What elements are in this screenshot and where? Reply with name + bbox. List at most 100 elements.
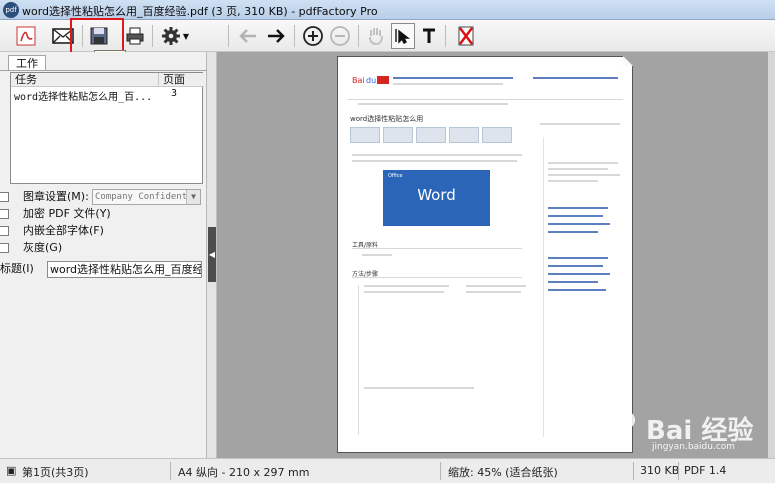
page-preview-area[interactable]: Bai du word选择性粘贴怎么用 Office Word 工具/原料 方法… [217,52,768,458]
chevron-down-icon[interactable]: ▼ [186,190,200,204]
stamp-checkbox[interactable] [0,192,9,202]
print-button[interactable] [122,23,148,49]
chevron-down-icon: ▼ [182,31,190,41]
stamp-select-value: Company Confidenti [95,192,193,202]
page-count-icon: ▣ [6,464,17,477]
text-line [364,285,449,287]
vertical-scrollbar[interactable] [768,52,775,458]
table-row[interactable]: word选择性粘贴怎么用_百... 3 [11,88,204,103]
collapse-handle-icon[interactable]: ◀ [208,227,216,282]
text-line [364,291,444,293]
title-field-label-wrap: 标题(I) [0,261,46,277]
save-icon [90,27,108,45]
link-line [548,231,598,233]
watermark-url: jingyan.baidu.com [652,442,736,452]
gear-icon [161,27,180,45]
text-line [540,123,620,125]
task-list[interactable]: 任务 页面 word选择性粘贴怎么用_百... 3 [10,72,204,184]
acrobat-button[interactable] [12,23,40,49]
grayscale-option[interactable]: 灰度(G) [0,240,120,256]
stamp-label: 图章设置(M): [23,190,89,203]
link-line [548,215,603,217]
text-line [548,168,608,170]
column-header-pages[interactable]: 页面 [159,73,204,87]
acrobat-icon [16,26,36,46]
toolbar: ▼ [0,20,775,52]
zoom-out-button[interactable] [328,23,352,49]
embed-fonts-label: 内嵌全部字体(F) [23,224,104,237]
toolbar-separator [445,25,446,47]
embed-fonts-option[interactable]: 内嵌全部字体(F) [0,223,120,239]
text-line [466,291,521,293]
select-icon [395,29,411,44]
embed-fonts-checkbox[interactable] [0,226,9,236]
stamp-option[interactable]: 图章设置(M): [0,189,92,205]
column-header-task[interactable]: 任务 [11,73,159,87]
text-icon [423,28,435,43]
status-size: 310 KB [640,464,680,477]
svg-text:du: du [366,76,376,85]
delete-page-button[interactable] [455,23,477,49]
print-icon [126,27,144,45]
title-bar: pdf word选择性粘贴怎么用_百度经验.pdf (3 页, 310 KB) … [0,0,775,20]
paw-icon [601,407,635,446]
baidu-logo-icon: Bai du [352,76,389,85]
status-separator [633,462,634,480]
office-tag: Office [388,173,403,179]
text-line [466,285,526,287]
encrypt-checkbox[interactable] [0,209,9,219]
pdf-page: Bai du word选择性粘贴怎么用 Office Word 工具/原料 方法… [337,56,633,453]
word-logo-text: Word [417,186,456,204]
select-tool-button[interactable] [391,23,415,49]
title-input[interactable]: word选择性粘贴怎么用_百度经验 [47,261,202,278]
panel-splitter[interactable]: ◀ [207,52,217,458]
left-panel: 工作 任务 页面 word选择性粘贴怎么用_百... 3 图章设置(M): Co… [0,52,207,458]
zoom-in-icon [303,26,323,46]
delete-page-icon [458,26,474,46]
svg-text:Bai: Bai [352,76,365,85]
link-line [548,265,603,267]
text-line [548,174,620,176]
text-line [548,180,598,182]
grayscale-label: 灰度(G) [23,241,63,254]
divider-line [352,248,522,249]
save-button[interactable] [86,23,112,49]
email-icon [52,28,74,44]
grayscale-checkbox[interactable] [0,243,9,253]
status-zoom: 缩放: 45% (适合纸张) [448,466,558,479]
back-arrow-icon [239,29,256,43]
nav-links-line [393,77,513,79]
forward-button[interactable] [264,23,288,49]
status-separator [678,462,679,480]
task-name: word选择性粘贴怎么用_百... [14,92,153,103]
status-separator [170,462,171,480]
text-line [358,103,508,105]
status-bar: ▣ 第1页(共3页) A4 纵向 - 210 x 297 mm 缩放: 45% … [0,458,775,483]
status-paper: A4 纵向 - 210 x 297 mm [178,466,310,479]
text-line [548,162,618,164]
encrypt-option[interactable]: 加密 PDF 文件(Y) [0,206,120,222]
thumbnail [383,127,413,143]
nav-links-line [533,77,618,79]
toolbar-separator [152,25,153,47]
zoom-in-button[interactable] [301,23,325,49]
link-line [548,223,610,225]
zoom-out-icon [330,26,350,46]
thumbnail [416,127,446,143]
task-pages: 3 [171,88,178,99]
status-separator [440,462,441,480]
status-page-info: 第1页(共3页) [22,466,89,479]
text-line [352,160,517,162]
hand-tool-button[interactable] [364,23,388,49]
back-button[interactable] [236,23,260,49]
toolbar-separator [228,25,229,47]
title-field-label: 标题(I) [0,262,34,275]
tab-work[interactable]: 工作 [8,55,46,71]
settings-menu-button[interactable]: ▼ [157,23,193,49]
link-line [548,273,610,275]
text-tool-button[interactable] [418,23,440,49]
page-corner-fold [623,56,633,66]
email-button[interactable] [48,23,78,49]
stamp-select[interactable]: Company Confidenti ▼ [92,189,201,205]
text-line [362,254,392,256]
